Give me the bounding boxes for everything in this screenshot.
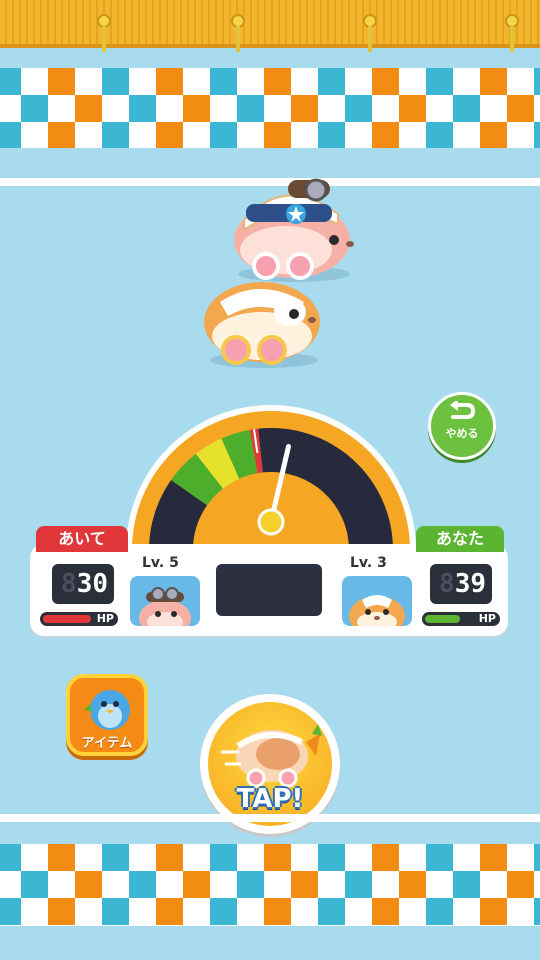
player-hp-value: 39 bbox=[454, 569, 486, 599]
message-display bbox=[216, 564, 322, 616]
top-checker-strip bbox=[0, 68, 540, 148]
quit-button[interactable]: やめる bbox=[428, 392, 496, 460]
item-button-label: アイテム bbox=[81, 736, 133, 751]
player-hp-fill bbox=[425, 615, 460, 623]
fence-post bbox=[362, 14, 378, 54]
penguin-icon bbox=[80, 690, 130, 730]
gauge-needle-hub bbox=[257, 508, 285, 536]
fence-post bbox=[230, 14, 246, 54]
opponent-hp-bar: HP bbox=[40, 612, 118, 626]
player-portrait bbox=[342, 576, 412, 626]
opponent-hp-label: HP bbox=[96, 612, 114, 625]
opponent-portrait bbox=[130, 576, 200, 626]
opponent-guinea-pig-icon bbox=[139, 587, 191, 626]
running-guinea-pig-icon bbox=[220, 724, 322, 788]
player-level: Lv. 3 bbox=[350, 555, 387, 571]
top-fence bbox=[0, 0, 540, 52]
return-arrow-icon bbox=[450, 399, 476, 419]
opponent-kart bbox=[234, 178, 354, 282]
bottom-checker-strip bbox=[0, 844, 540, 926]
opponent-hp-ghost-digit: 8 bbox=[61, 569, 77, 599]
player-hp-ghost-digit: 8 bbox=[439, 569, 455, 599]
power-gauge bbox=[126, 405, 416, 550]
player-hp-display: 839 bbox=[430, 564, 492, 604]
opponent-hp-display: 830 bbox=[52, 564, 114, 604]
tap-button-face: TAP! bbox=[208, 702, 332, 826]
opponent-hp-fill bbox=[43, 615, 91, 623]
player-hp-bar: HP bbox=[422, 612, 500, 626]
quit-button-label: やめる bbox=[445, 427, 479, 440]
opponent-tag: あいて bbox=[36, 526, 128, 552]
fence-post bbox=[504, 14, 520, 54]
opponent-level: Lv. 5 bbox=[142, 555, 179, 571]
tap-button[interactable]: TAP! bbox=[200, 694, 340, 834]
player-guinea-pig-icon bbox=[349, 595, 405, 626]
player-tag: あなた bbox=[416, 526, 504, 552]
tap-button-label: TAP! bbox=[236, 784, 304, 814]
item-button[interactable]: アイテム bbox=[66, 674, 148, 756]
player-hp-label: HP bbox=[478, 612, 496, 625]
battle-status-panel: あいて あなた 830 HP Lv. 5 Lv. 3 839 HP bbox=[30, 526, 508, 636]
opponent-hp-value: 30 bbox=[76, 569, 108, 599]
fence-post bbox=[96, 14, 112, 54]
player-kart bbox=[204, 282, 320, 368]
track-line-bottom bbox=[0, 814, 540, 822]
